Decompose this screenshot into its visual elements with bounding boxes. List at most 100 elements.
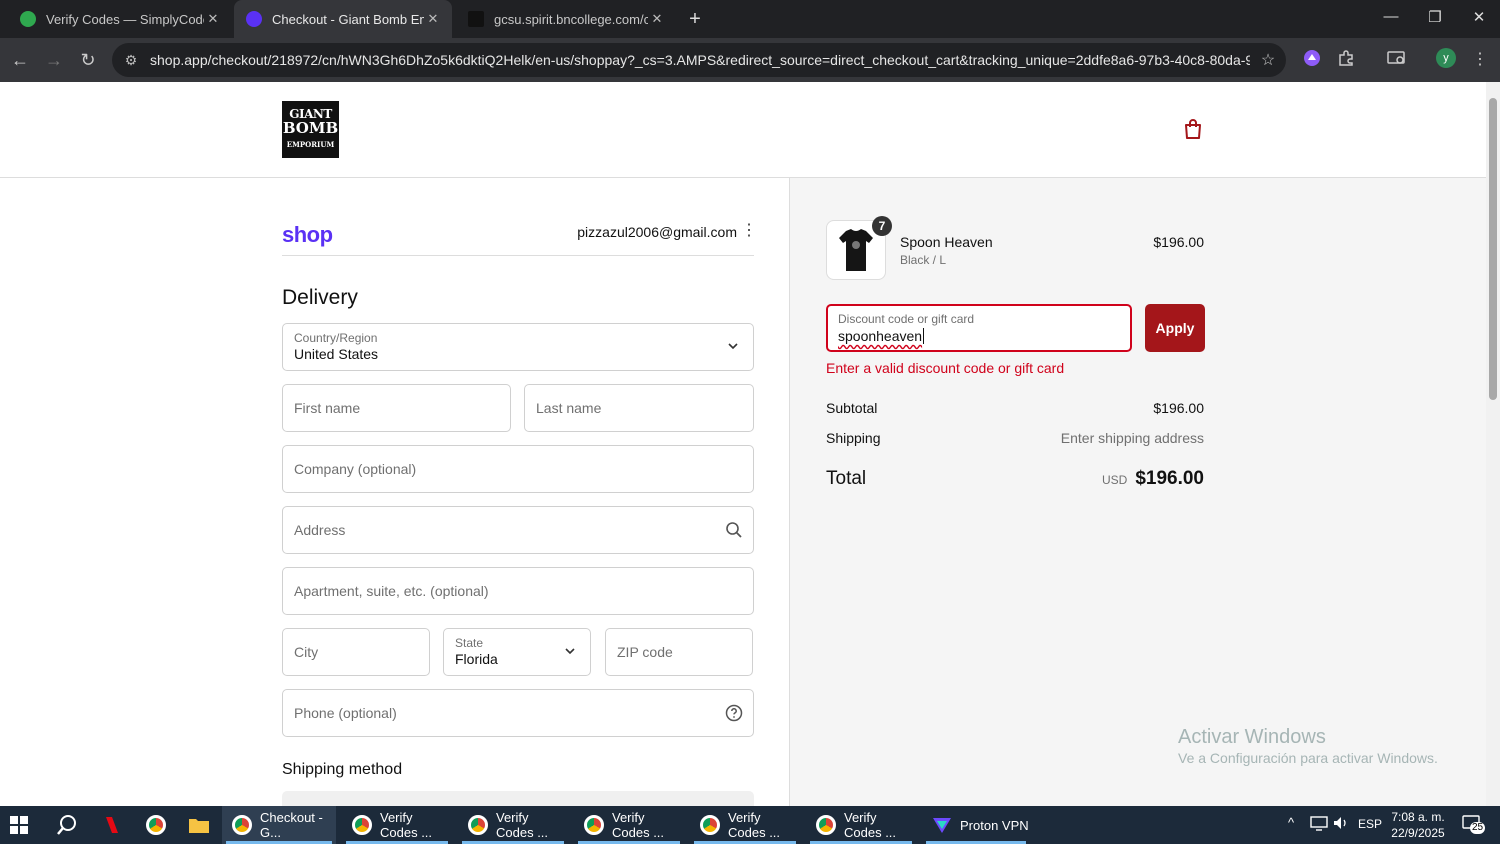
taskbar-task-verify-1[interactable]: Verify Codes ... [342, 806, 452, 844]
apartment-field[interactable]: Apartment, suite, etc. (optional) [282, 567, 754, 615]
task-label: Checkout - G... [260, 810, 323, 840]
state-select[interactable]: State Florida [443, 628, 591, 676]
address-field[interactable]: Address [282, 506, 754, 554]
checkout-page: GIANT BOMB EMPORIUM shop pizzazul2006@gm… [0, 82, 1486, 806]
help-icon[interactable] [725, 704, 743, 722]
cast-icon[interactable] [1384, 49, 1408, 71]
chrome-icon [700, 815, 720, 835]
back-icon[interactable]: ← [8, 49, 32, 71]
taskbar-task-verify-2[interactable]: Verify Codes ... [458, 806, 568, 844]
notification-count: 25 [1470, 822, 1486, 834]
tab-title: Verify Codes — SimplyCodes [46, 11, 204, 27]
task-label: Verify Codes ... [612, 810, 665, 840]
task-label: Verify Codes ... [728, 810, 781, 840]
zip-placeholder: ZIP code [617, 644, 673, 660]
profile-avatar[interactable]: y [1436, 48, 1456, 68]
discount-code-input[interactable]: Discount code or gift card spoonheaven [826, 304, 1132, 352]
phone-field[interactable]: Phone (optional) [282, 689, 754, 737]
state-label: State [455, 636, 484, 650]
discount-value: spoonheaven [838, 328, 923, 344]
tab-title: gcsu.spirit.bncollege.com/cart [494, 11, 648, 27]
country-value: United States [294, 346, 379, 362]
chrome-icon [584, 815, 604, 835]
text-caret [923, 328, 925, 344]
close-icon[interactable]: ✕ [648, 11, 666, 27]
subtotal-value: $196.00 [1153, 400, 1204, 416]
total-value: $196.00 [1135, 468, 1204, 489]
page-scrollbar[interactable] [1486, 82, 1500, 806]
shipping-row: Shipping Enter shipping address [826, 430, 1204, 446]
currency-code: USD [1101, 473, 1128, 487]
chevron-up-icon[interactable]: ^ [1288, 815, 1294, 830]
taskbar-task-proton-vpn[interactable]: Proton VPN [922, 806, 1030, 844]
shopping-bag-icon[interactable] [1182, 118, 1204, 140]
site-info-icon[interactable]: ⚙ [116, 52, 146, 69]
browser-tab-bar: Verify Codes — SimplyCodes ✕ Checkout - … [0, 0, 1500, 38]
language-indicator[interactable]: ESP [1358, 817, 1382, 831]
tab-bncollege[interactable]: gcsu.spirit.bncollege.com/cart ✕ [456, 0, 676, 38]
tab-title: Checkout - Giant Bomb Emporium [272, 11, 424, 27]
first-name-field[interactable]: First name [282, 384, 511, 432]
browser-toolbar: ← → ↻ ⚙ shop.app/checkout/218972/cn/hWN3… [0, 38, 1500, 82]
app-red-icon[interactable] [104, 806, 126, 844]
city-field[interactable]: City [282, 628, 430, 676]
clock-time: 7:08 a. m. [1391, 810, 1445, 824]
forward-icon[interactable]: → [42, 49, 66, 71]
last-name-field[interactable]: Last name [524, 384, 754, 432]
close-icon[interactable]: ✕ [424, 11, 442, 27]
restore-icon[interactable]: ❐ [1420, 8, 1450, 26]
taskbar-task-checkout[interactable]: Checkout - G... [222, 806, 336, 844]
country-select[interactable]: Country/Region United States [282, 323, 754, 371]
tab-verify-codes[interactable]: Verify Codes — SimplyCodes ✕ [8, 0, 232, 38]
total-amount: USD $196.00 [1102, 468, 1204, 490]
file-explorer-icon[interactable] [188, 806, 212, 844]
apartment-placeholder: Apartment, suite, etc. (optional) [294, 583, 489, 599]
apply-button[interactable]: Apply [1145, 304, 1205, 352]
total-row: Total USD $196.00 [826, 468, 1204, 490]
extensions-puzzle-icon[interactable] [1334, 49, 1358, 71]
tab-checkout[interactable]: Checkout - Giant Bomb Emporium ✕ [234, 0, 452, 38]
extension-purple-icon[interactable] [1300, 49, 1324, 71]
url-text[interactable]: shop.app/checkout/218972/cn/hWN3Gh6DhZo5… [146, 52, 1250, 68]
notification-center-icon[interactable]: 25 [1462, 814, 1486, 834]
task-label: Verify Codes ... [496, 810, 549, 840]
reload-icon[interactable]: ↻ [76, 49, 100, 71]
shipping-value: Enter shipping address [1060, 430, 1204, 446]
quantity-badge: 7 [872, 216, 892, 236]
shipping-method-box [282, 791, 754, 806]
chrome-icon[interactable] [146, 806, 170, 844]
chrome-icon [232, 815, 252, 835]
taskbar-task-verify-5[interactable]: Verify Codes ... [806, 806, 916, 844]
address-bar[interactable]: ⚙ shop.app/checkout/218972/cn/hWN3Gh6DhZ… [112, 43, 1286, 77]
close-icon[interactable]: ✕ [204, 11, 222, 27]
discount-value-wrap: spoonheaven [838, 328, 925, 344]
bookmark-star-icon[interactable]: ☆ [1250, 50, 1286, 70]
chrome-icon [816, 815, 836, 835]
system-clock[interactable]: 7:08 a. m. 22/9/2025 [1385, 809, 1451, 841]
company-field[interactable]: Company (optional) [282, 445, 754, 493]
order-summary-panel: 7 Spoon Heaven Black / L $196.00 Discoun… [790, 178, 1486, 806]
network-icon[interactable] [1310, 815, 1328, 834]
zip-field[interactable]: ZIP code [605, 628, 753, 676]
subtotal-row: Subtotal $196.00 [826, 400, 1204, 416]
chevron-down-icon [565, 648, 575, 655]
taskbar-task-verify-3[interactable]: Verify Codes ... [574, 806, 684, 844]
scrollbar-thumb[interactable] [1489, 98, 1497, 400]
menu-kebab-icon[interactable]: ⋮ [1468, 49, 1492, 71]
task-label: Verify Codes ... [844, 810, 897, 840]
task-label: Proton VPN [960, 817, 1029, 833]
taskbar-task-verify-4[interactable]: Verify Codes ... [690, 806, 800, 844]
delivery-form-panel: shop pizzazul2006@gmail.com ⋮ Delivery C… [0, 178, 790, 806]
account-email: pizzazul2006@gmail.com [577, 224, 737, 240]
store-logo[interactable]: GIANT BOMB EMPORIUM [282, 101, 339, 158]
simplycodes-icon [20, 11, 36, 27]
discount-label: Discount code or gift card [838, 312, 975, 326]
search-icon[interactable] [56, 806, 80, 844]
volume-icon[interactable] [1332, 815, 1350, 834]
account-menu-icon[interactable]: ⋮ [741, 222, 757, 240]
window-close-icon[interactable]: ✕ [1464, 8, 1494, 26]
minimize-icon[interactable]: — [1376, 8, 1406, 25]
new-tab-icon[interactable]: + [684, 7, 706, 31]
windows-start-icon[interactable] [10, 806, 34, 844]
chevron-down-icon [728, 343, 738, 350]
